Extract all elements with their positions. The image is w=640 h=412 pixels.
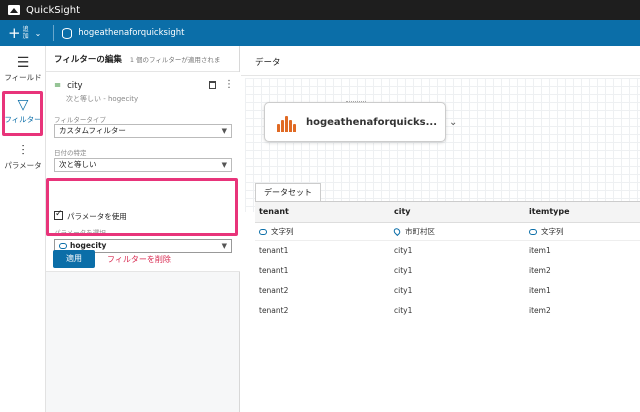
table-cell: tenant1 — [259, 245, 289, 255]
trash-icon[interactable] — [209, 81, 216, 89]
chevron-down-icon[interactable]: ⌄ — [449, 117, 457, 128]
table-cell: city1 — [394, 285, 413, 295]
rail-item-parameters[interactable]: ⫶ パラメータ — [0, 144, 46, 171]
column-header[interactable]: tenant — [255, 202, 390, 223]
dropdown-arrow-icon: ▼ — [221, 242, 227, 250]
app-title: QuickSight — [26, 4, 81, 16]
table-cell: tenant2 — [259, 285, 289, 295]
toolbar-divider — [53, 25, 55, 41]
datasource-card[interactable]: hogeathenaforquicks... ⌄ — [264, 102, 457, 142]
rail-item-label: パラメータ — [4, 161, 42, 170]
location-pin-icon — [392, 226, 402, 237]
toolbar: + 追加 ⌄ hogeathenaforquicksight — [0, 20, 640, 46]
table-cell: item2 — [529, 305, 551, 315]
list-icon: ☰ — [16, 55, 30, 71]
filter-name[interactable]: = city — [54, 81, 83, 91]
filter-type-select[interactable]: カスタムフィルター ▼ — [54, 124, 232, 138]
dataset-name[interactable]: hogeathenaforquicksight — [78, 28, 184, 38]
add-label: 追加 — [22, 26, 29, 40]
column-header[interactable]: itemtype — [525, 202, 640, 223]
parameter-highlight-box — [46, 178, 238, 236]
title-bar: QuickSight — [0, 0, 640, 20]
filter-name-label: city — [67, 81, 83, 91]
dropdown-arrow-icon: ▼ — [221, 161, 227, 169]
add-button[interactable]: + 追加 ⌄ — [0, 20, 47, 46]
table-cell: tenant1 — [259, 265, 289, 275]
string-type-icon — [529, 228, 537, 235]
table-row: tenant2 city1 item1 — [255, 280, 640, 300]
database-icon — [62, 27, 73, 39]
filter-card: = city 次と等しい - hogecity ⋮ フィルタータイプ カスタムフィ… — [46, 72, 240, 272]
table-cell: item2 — [529, 265, 551, 275]
rail-highlight-box — [2, 91, 43, 136]
chevron-down-icon: ⌄ — [34, 28, 42, 38]
table-cell: item1 — [529, 245, 551, 255]
filter-panel-header: フィルターの編集 1 個のフィルターが適用されま — [46, 46, 239, 72]
filter-type-value: カスタムフィルター — [59, 126, 126, 135]
rail-item-label: フィールド — [4, 73, 42, 82]
filter-panel-title: フィルターの編集 — [54, 54, 122, 65]
parameter-value: hogecity — [70, 241, 107, 250]
athena-icon — [277, 112, 296, 132]
table-cell: city1 — [394, 245, 413, 255]
column-header[interactable]: city — [390, 202, 525, 223]
more-options-icon[interactable]: ⋮ — [224, 79, 234, 90]
table-cell: tenant2 — [259, 305, 289, 315]
table-cell: item1 — [529, 285, 551, 295]
filter-type-label: フィルタータイプ — [54, 116, 106, 124]
datasource-name: hogeathenaforquicks... — [306, 116, 438, 128]
condition-value: 次と等しい — [59, 160, 97, 169]
type-row: 文字列 市町村区 文字列 — [255, 222, 640, 241]
parameter-icon — [59, 243, 67, 249]
data-header: データ — [241, 46, 640, 76]
condition-select[interactable]: 次と等しい ▼ — [54, 158, 232, 172]
data-table: tenant city itemtype 文字列 市町村区 文字列 tenant… — [255, 201, 640, 320]
delete-filter-link[interactable]: フィルターを削除 — [107, 254, 171, 265]
plus-icon: + — [8, 23, 21, 42]
sliders-icon: ⫶ — [21, 143, 25, 159]
table-row: tenant1 city1 item1 — [255, 240, 640, 260]
apply-button[interactable]: 適用 — [53, 250, 95, 268]
table-cell: city1 — [394, 265, 413, 275]
type-cell: 市町村区 — [390, 222, 525, 241]
type-label: 市町村区 — [405, 226, 435, 236]
type-label: 文字列 — [541, 226, 564, 236]
table-row: tenant1 city1 item2 — [255, 260, 640, 280]
quicksight-logo-icon — [8, 5, 20, 15]
table-cell: city1 — [394, 305, 413, 315]
main-area: データ hogeathenaforquicks... ⌄ データセット tena… — [241, 46, 640, 412]
filter-panel-subtitle: 1 個のフィルターが適用されま — [129, 55, 221, 64]
equals-icon: = — [54, 81, 62, 91]
rail-item-fields[interactable]: ☰ フィールド — [0, 56, 46, 83]
type-cell: 文字列 — [255, 222, 390, 241]
filter-description: 次と等しい - hogecity — [66, 95, 139, 103]
date-specify-label: 日付の特定 — [54, 149, 87, 157]
tab-dataset[interactable]: データセット — [255, 183, 321, 201]
table-row: tenant2 city1 item2 — [255, 300, 640, 320]
table-header-row: tenant city itemtype — [255, 202, 640, 223]
type-label: 文字列 — [271, 226, 294, 236]
dropdown-arrow-icon: ▼ — [221, 127, 227, 135]
type-cell: 文字列 — [525, 222, 640, 241]
string-type-icon — [259, 228, 267, 235]
